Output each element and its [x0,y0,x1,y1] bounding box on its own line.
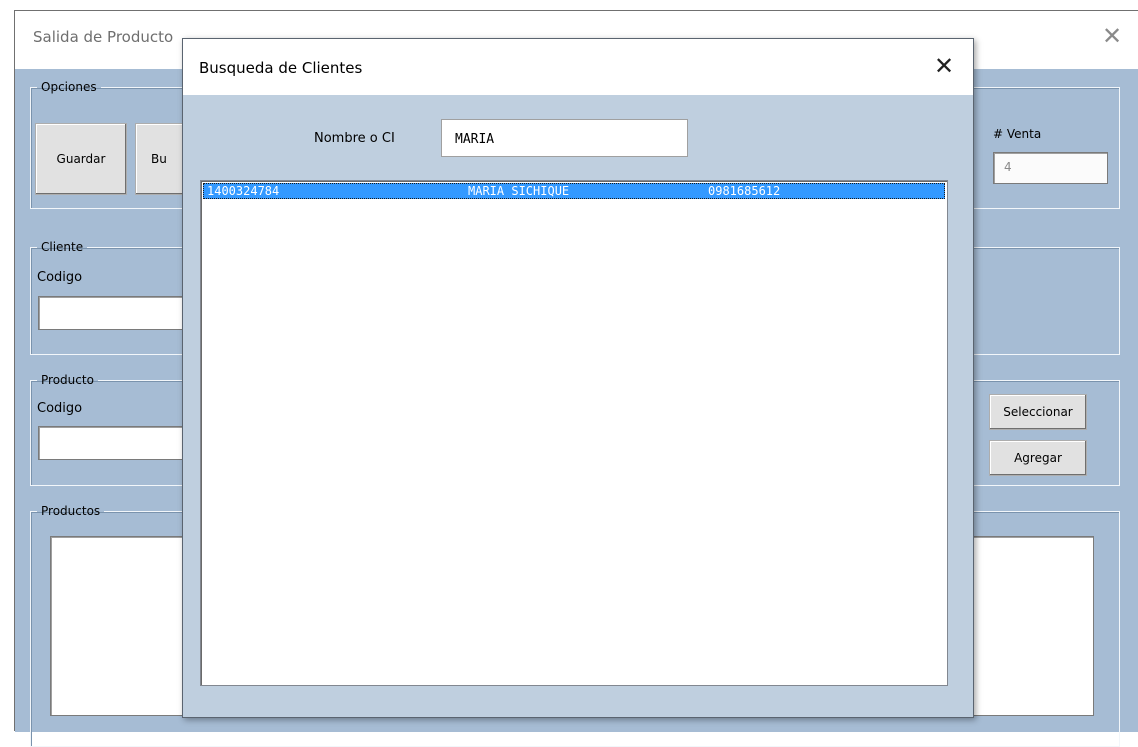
venta-label: # Venta [993,127,1042,141]
seleccionar-button[interactable]: Seleccionar [989,394,1087,430]
productos-legend: Productos [41,504,101,518]
dialog-close-icon[interactable]: ✕ [927,49,961,83]
opciones-legend: Opciones [41,80,97,94]
cliente-codigo-input[interactable] [38,296,188,330]
main-close-icon[interactable]: ✕ [1097,21,1127,51]
venta-field: 4 [993,152,1108,184]
background-edge [0,0,14,731]
dialog-titlebar: Busqueda de Clientes ✕ [183,39,973,95]
result-ci: 1400324784 [207,184,280,198]
result-telefono: 0981685612 [708,184,781,198]
agregar-button[interactable]: Agregar [989,440,1087,476]
guardar-button[interactable]: Guardar [35,123,127,195]
producto-codigo-input[interactable] [38,426,188,460]
results-listbox[interactable]: 1400324784 MARIA SICHIQUE 0981685612 [200,180,948,686]
main-window-title: Salida de Producto [33,28,174,46]
cliente-codigo-label: Codigo [37,270,83,285]
cliente-legend: Cliente [41,240,84,254]
result-nombre: MARIA SICHIQUE [468,184,570,198]
search-label: Nombre o CI [314,131,395,146]
busqueda-clientes-dialog: Busqueda de Clientes ✕ Nombre o CI MARIA… [182,38,974,718]
dialog-title: Busqueda de Clientes [199,59,363,77]
result-row[interactable]: 1400324784 MARIA SICHIQUE 0981685612 [203,183,945,199]
producto-codigo-label: Codigo [37,401,83,416]
producto-legend: Producto [41,373,94,387]
search-input[interactable]: MARIA [441,119,688,157]
